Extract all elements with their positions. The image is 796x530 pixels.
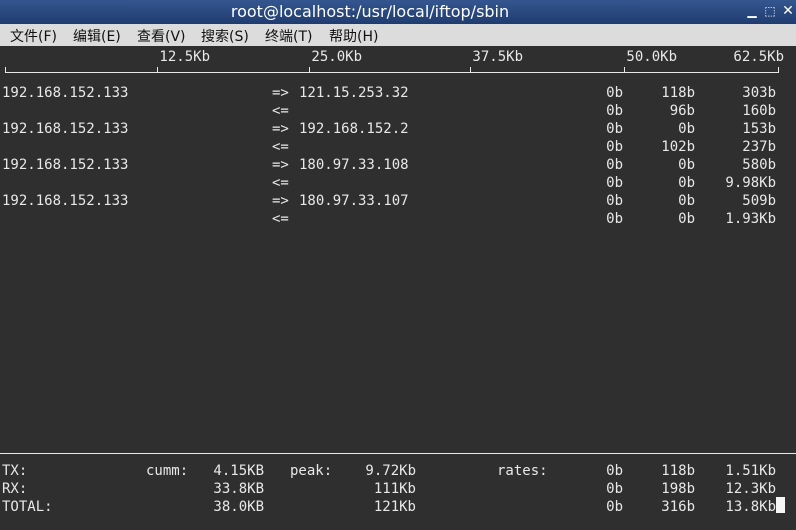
summary-label-rx: RX: bbox=[2, 481, 28, 497]
flow-arrow-out: => bbox=[272, 121, 289, 137]
rate-10s: 0b bbox=[678, 121, 695, 137]
scale-label: 12.5Kb bbox=[159, 49, 210, 65]
flow-arrow-in: <= bbox=[272, 175, 289, 191]
rate-2s: 0b bbox=[606, 121, 623, 137]
flow-arrow-out: => bbox=[272, 157, 289, 173]
flow-src: 192.168.152.133 bbox=[2, 121, 129, 137]
rate-2s: 0b bbox=[606, 157, 623, 173]
minimize-icon[interactable]: ▁ bbox=[744, 3, 760, 20]
flow-arrow-in: <= bbox=[272, 211, 289, 227]
rate-10s: 0b bbox=[678, 175, 695, 191]
flow-arrow-in: <= bbox=[272, 103, 289, 119]
scale-label: 62.5Kb bbox=[733, 49, 784, 65]
rate-10s: 0b bbox=[678, 193, 695, 209]
flow-src: 192.168.152.133 bbox=[2, 85, 129, 101]
menu-terminal[interactable]: 终端(T) bbox=[265, 26, 312, 46]
scale-label: 50.0Kb bbox=[626, 49, 677, 65]
menu-bar: 文件(F) 编辑(E) 查看(V) 搜索(S) 终端(T) 帮助(H) bbox=[0, 24, 796, 46]
rate-40s: 12.3Kb bbox=[725, 481, 776, 497]
summary-peak-value: 111Kb bbox=[373, 481, 416, 497]
rate-40s: 153b bbox=[742, 121, 776, 137]
summary-label-tx: TX: bbox=[2, 463, 28, 479]
rate-10s: 96b bbox=[669, 103, 695, 119]
summary-label-total: TOTAL: bbox=[2, 499, 53, 515]
rate-40s: 9.98Kb bbox=[725, 175, 776, 191]
summary-cumm-value: 38.0KB bbox=[213, 499, 264, 515]
close-icon[interactable]: ✕ bbox=[780, 3, 796, 20]
rate-10s: 198b bbox=[661, 481, 695, 497]
rate-40s: 160b bbox=[742, 103, 776, 119]
rate-10s: 118b bbox=[661, 463, 695, 479]
summary-peak-value: 121Kb bbox=[373, 499, 416, 515]
summary-cumm-value: 4.15KB bbox=[213, 463, 264, 479]
scale-tick bbox=[470, 67, 471, 73]
rate-40s: 303b bbox=[742, 85, 776, 101]
scale-tick bbox=[624, 67, 625, 73]
rate-10s: 102b bbox=[661, 139, 695, 155]
menu-search[interactable]: 搜索(S) bbox=[201, 26, 249, 46]
rate-10s: 118b bbox=[661, 85, 695, 101]
flow-src: 192.168.152.133 bbox=[2, 193, 129, 209]
window-title: root@localhost:/usr/local/iftop/sbin bbox=[230, 2, 510, 21]
rate-2s: 0b bbox=[606, 139, 623, 155]
menu-help[interactable]: 帮助(H) bbox=[329, 26, 378, 46]
flow-dst: 192.168.152.2 bbox=[299, 121, 409, 137]
rate-2s: 0b bbox=[606, 463, 623, 479]
terminal-area[interactable]: 12.5Kb 25.0Kb 37.5Kb 50.0Kb 62.5Kb 192.1… bbox=[0, 46, 796, 530]
scale-tick bbox=[778, 67, 779, 73]
rate-2s: 0b bbox=[606, 499, 623, 515]
rate-2s: 0b bbox=[606, 211, 623, 227]
rate-2s: 0b bbox=[606, 85, 623, 101]
rate-40s: 237b bbox=[742, 139, 776, 155]
scale-tick bbox=[309, 67, 310, 73]
terminal-cursor bbox=[776, 497, 785, 513]
flow-dst: 180.97.33.107 bbox=[299, 193, 409, 209]
summary-cumm-value: 33.8KB bbox=[213, 481, 264, 497]
rate-40s: 580b bbox=[742, 157, 776, 173]
menu-edit[interactable]: 编辑(E) bbox=[73, 26, 121, 46]
rate-10s: 0b bbox=[678, 211, 695, 227]
scale-label: 25.0Kb bbox=[311, 49, 362, 65]
rate-40s: 13.8Kb bbox=[725, 499, 776, 515]
scale-tick bbox=[157, 67, 158, 73]
flow-arrow-out: => bbox=[272, 193, 289, 209]
scale-tick bbox=[5, 67, 6, 73]
maximize-icon[interactable]: ⬚ bbox=[762, 3, 778, 20]
scale-axis bbox=[5, 72, 779, 73]
rate-10s: 316b bbox=[661, 499, 695, 515]
summary-peak-value: 9.72Kb bbox=[365, 463, 416, 479]
rate-2s: 0b bbox=[606, 103, 623, 119]
rate-40s: 1.93Kb bbox=[725, 211, 776, 227]
rate-2s: 0b bbox=[606, 481, 623, 497]
rate-40s: 509b bbox=[742, 193, 776, 209]
flow-arrow-in: <= bbox=[272, 139, 289, 155]
flow-dst: 121.15.253.32 bbox=[299, 85, 409, 101]
summary-cumm-label: cumm: bbox=[146, 463, 189, 479]
flow-arrow-out: => bbox=[272, 85, 289, 101]
rate-2s: 0b bbox=[606, 193, 623, 209]
menu-file[interactable]: 文件(F) bbox=[10, 26, 57, 46]
window-titlebar: root@localhost:/usr/local/iftop/sbin ▁ ⬚… bbox=[0, 0, 796, 24]
menu-view[interactable]: 查看(V) bbox=[137, 26, 186, 46]
summary-rates-label: rates: bbox=[497, 463, 548, 479]
flow-dst: 180.97.33.108 bbox=[299, 157, 409, 173]
summary-peak-label: peak: bbox=[290, 463, 333, 479]
rate-2s: 0b bbox=[606, 175, 623, 191]
rate-40s: 1.51Kb bbox=[725, 463, 776, 479]
rate-10s: 0b bbox=[678, 157, 695, 173]
summary-divider bbox=[0, 453, 796, 454]
scale-label: 37.5Kb bbox=[472, 49, 523, 65]
flow-src: 192.168.152.133 bbox=[2, 157, 129, 173]
